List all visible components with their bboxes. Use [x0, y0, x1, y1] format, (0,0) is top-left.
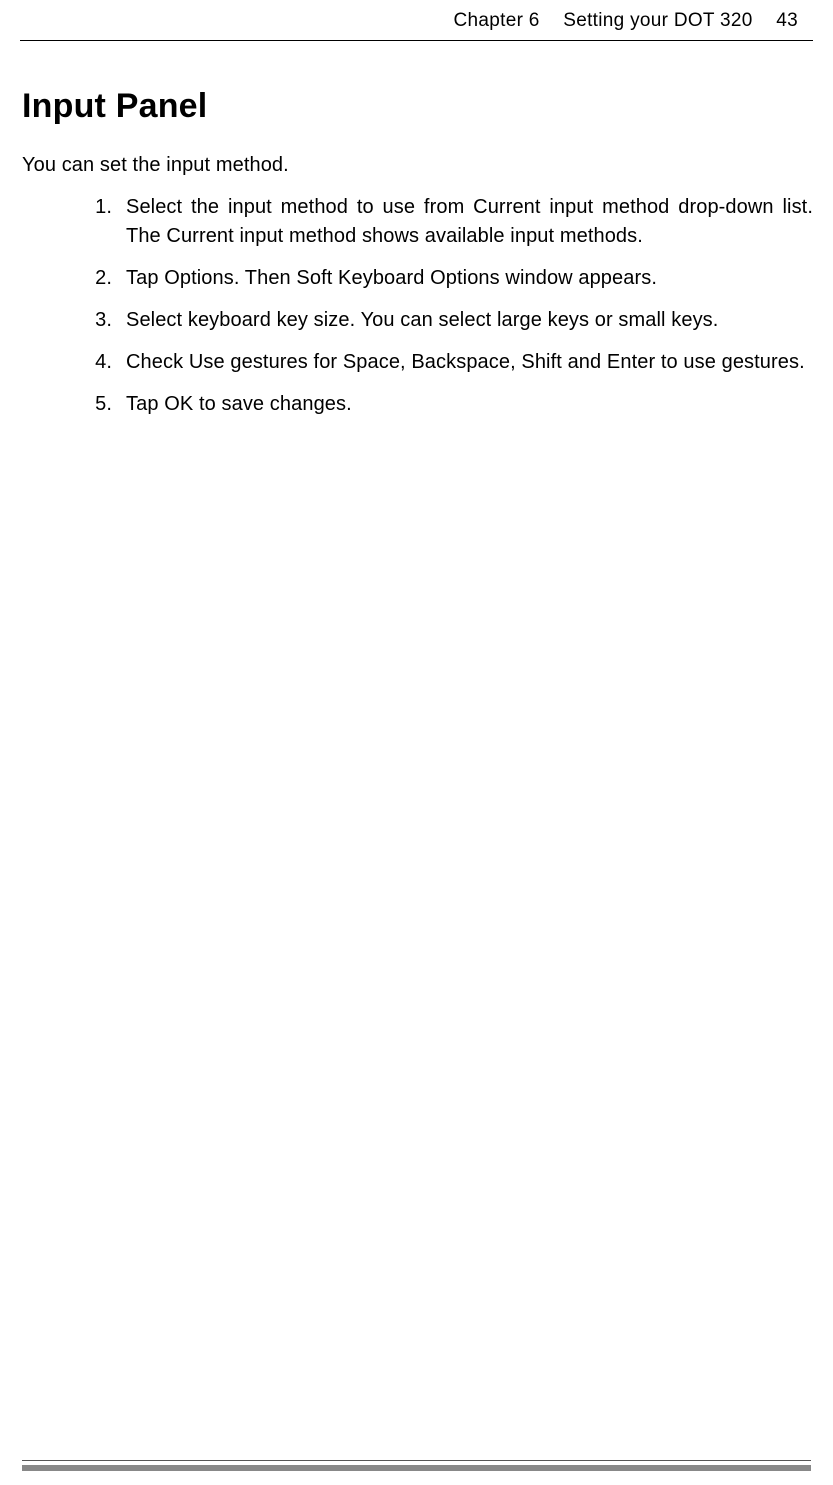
list-item: 1. Select the input method to use from C… — [82, 193, 813, 251]
list-item: 2. Tap Options. Then Soft Keyboard Optio… — [82, 264, 813, 293]
section-heading: Input Panel — [22, 87, 813, 126]
list-number: 4. — [82, 348, 112, 377]
list-text: Check Use gestures for Space, Backspace,… — [126, 351, 805, 373]
footer-divider-thick — [22, 1465, 811, 1471]
header-page-number: 43 — [776, 10, 798, 31]
steps-list: 1. Select the input method to use from C… — [20, 193, 813, 419]
page-header: Chapter 6 Setting your DOT 320 43 — [20, 0, 813, 40]
list-number: 2. — [82, 264, 112, 293]
header-title: Setting your DOT 320 — [563, 10, 752, 31]
list-number: 1. — [82, 193, 112, 222]
header-divider — [20, 40, 813, 41]
list-item: 4. Check Use gestures for Space, Backspa… — [82, 348, 813, 377]
list-number: 5. — [82, 390, 112, 419]
header-chapter: Chapter 6 — [454, 10, 540, 31]
list-text: Tap Options. Then Soft Keyboard Options … — [126, 267, 657, 289]
footer-divider-thin — [22, 1460, 811, 1461]
list-text: Select keyboard key size. You can select… — [126, 309, 718, 331]
footer-divider-group — [22, 1460, 811, 1471]
list-text: Select the input method to use from Curr… — [126, 196, 813, 247]
intro-paragraph: You can set the input method. — [22, 154, 813, 177]
list-item: 3. Select keyboard key size. You can sel… — [82, 306, 813, 335]
page-container: Chapter 6 Setting your DOT 320 43 Input … — [0, 0, 833, 1485]
list-item: 5. Tap OK to save changes. — [82, 390, 813, 419]
list-text: Tap OK to save changes. — [126, 393, 352, 415]
list-number: 3. — [82, 306, 112, 335]
